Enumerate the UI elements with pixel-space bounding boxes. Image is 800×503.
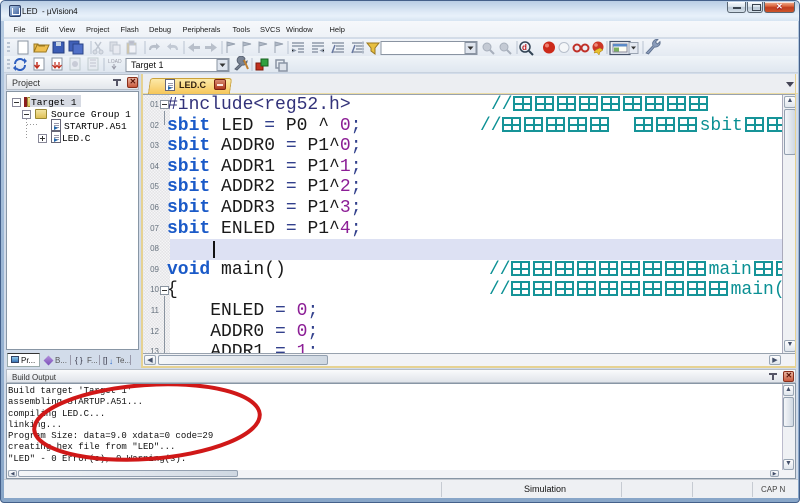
- svg-text:Target 1: Target 1: [131, 60, 164, 70]
- svg-text:d: d: [522, 43, 527, 52]
- svg-text:LOAD: LOAD: [108, 59, 122, 65]
